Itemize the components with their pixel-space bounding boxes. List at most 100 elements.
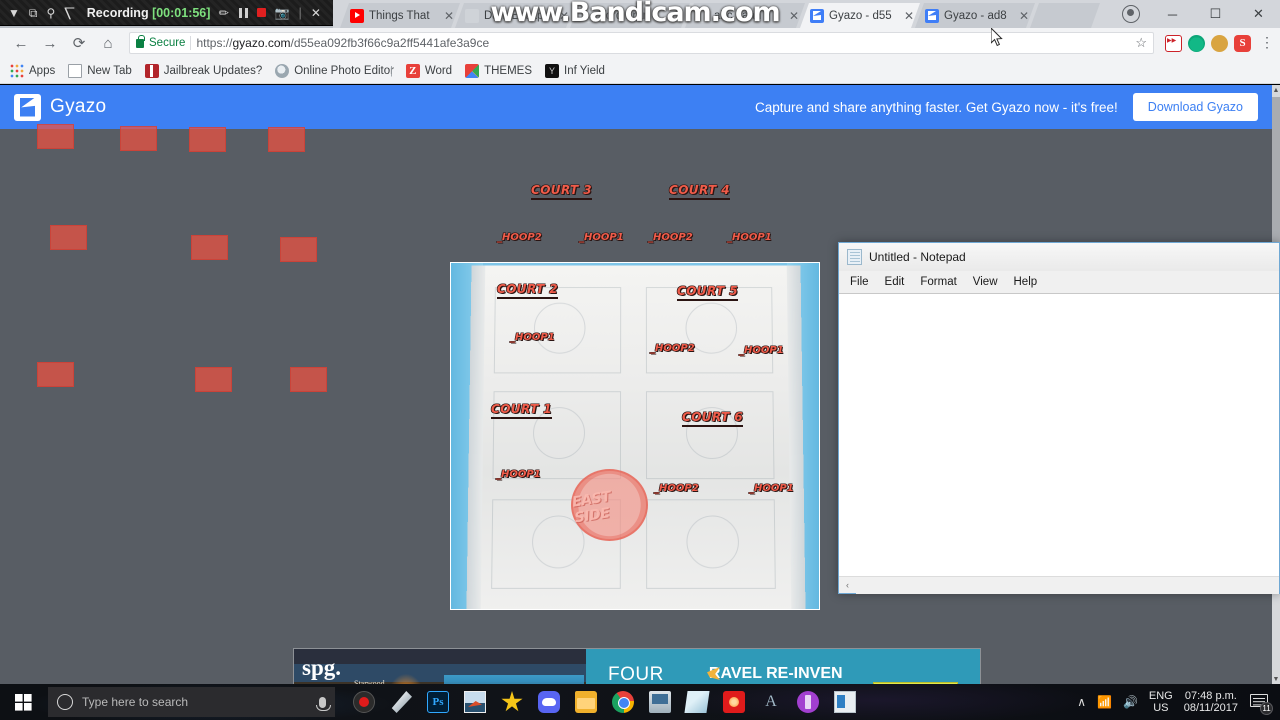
tab-close-icon[interactable]: ✕ [789,9,799,23]
gyazo-icon [810,9,824,23]
download-gyazo-button[interactable]: Download Gyazo [1132,93,1258,121]
tab-close-icon[interactable]: ✕ [444,9,454,23]
action-center-icon[interactable]: 11 [1249,691,1273,715]
pause-icon[interactable] [238,7,248,18]
notepad-menu-format[interactable]: Format [920,276,956,288]
page-scrollbar-thumb[interactable] [1272,97,1280,257]
browser-tab-gyazo-second[interactable]: Gyazo - ad8 ✕ [915,3,1035,28]
magnifier-icon[interactable]: ⚲ [46,7,55,19]
forward-button[interactable]: → [37,30,63,56]
chevron-down-icon[interactable]: ▼ [8,7,20,19]
generic-favicon-icon [465,9,479,23]
notepad-menu-edit[interactable]: Edit [885,276,905,288]
bookmark-word[interactable]: Z Word [405,63,452,78]
recorder-icon[interactable] [723,691,745,713]
tab-close-icon[interactable]: ✕ [559,9,569,23]
camera-icon[interactable]: 📷 [275,7,290,19]
star-icon[interactable] [501,691,523,712]
omnibox-divider [190,36,192,50]
tab-close-icon[interactable]: ✕ [674,9,684,23]
s-extension-icon[interactable]: S [1234,34,1251,52]
chrome-icon[interactable] [612,691,634,713]
back-button[interactable]: ← [8,30,34,56]
browser-tab-empty[interactable] [1030,3,1100,28]
scrollbar-track[interactable] [856,576,1279,594]
bookmark-themes[interactable]: THEMES [465,63,532,78]
paper-icon[interactable] [684,691,710,713]
a-icon[interactable]: A [760,691,782,713]
bookmark-online-photo-editor[interactable]: Online Photo Editor | [275,63,394,78]
notepad-window[interactable]: Untitled - Notepad File Edit Format View… [838,242,1280,594]
home-button[interactable]: ⌂ [95,30,121,56]
discord-icon[interactable] [538,691,560,713]
browser-tab-dark-escape[interactable]: Dark Escape ✕ [455,3,575,28]
region-icon[interactable]: ⎲ [64,7,75,19]
browser-tab-gyazo-active[interactable]: Gyazo - d55 ✕ [800,3,920,28]
notepad-horizontal-scrollbar[interactable]: ‹ [839,576,1279,594]
notepad-text-area[interactable] [839,293,1279,576]
scroll-left-arrow[interactable]: ‹ [839,580,856,590]
tab-close-icon[interactable]: ✕ [1019,9,1029,23]
minimize-button[interactable]: ─ [1151,0,1194,28]
court-label-2: COURT 2 [497,282,558,299]
scroll-up-arrow[interactable]: ▲ [1272,87,1280,94]
gyazo-screenshot-image[interactable] [450,262,820,610]
photoshop-icon[interactable]: Ps [427,691,449,713]
bookmark-jailbreak-updates[interactable]: Jailbreak Updates? [144,63,262,78]
maximize-button[interactable]: ☐ [1194,0,1237,28]
browser-tab-things-that[interactable]: Things That ✕ [340,3,460,28]
bandicam-icon[interactable] [353,691,375,713]
scroll-down-arrow[interactable]: ▼ [1272,676,1280,683]
browser-tab-yord-fran[interactable]: Yord Fran ✕ [570,3,690,28]
advertisement-banner[interactable]: spg. StarwoodPreferredGuest FOUR POINTS … [293,648,981,685]
gyazo-icon [925,9,939,23]
browser-tab-abc[interactable]: abc aaan ✕ [685,3,805,28]
start-button[interactable] [0,684,46,720]
bookmark-new-tab[interactable]: New Tab [68,63,132,78]
bookmark-label: Apps [29,64,56,77]
close-button[interactable]: ✕ [1237,0,1280,28]
search-input[interactable]: Type here to search [48,687,335,717]
bookmark-star-icon[interactable]: ☆ [1135,35,1147,51]
tab-close-icon[interactable]: ✕ [904,9,914,23]
chrome-menu-icon[interactable]: ⋮ [1260,35,1274,49]
windows-icon[interactable]: ⧉ [29,7,38,19]
news-icon[interactable] [834,691,856,713]
notepad-menu-view[interactable]: View [973,276,998,288]
window-controls: ─ ☐ ✕ [1151,0,1280,28]
language-indicator[interactable]: ENG US [1149,690,1173,715]
bookmarks-bar: Apps New Tab Jailbreak Updates? Online P… [0,58,1280,84]
cortana-icon[interactable] [57,694,73,710]
redirect-extension-icon[interactable] [1165,34,1182,52]
notepad-titlebar[interactable]: Untitled - Notepad [839,243,1279,271]
court-label-3: COURT 3 [531,183,592,200]
generic-favicon-icon [580,9,594,23]
pencil-icon[interactable]: ✎ [216,4,233,21]
notepad-title: Untitled - Notepad [869,250,966,264]
clock[interactable]: 07:48 p.m. 08/11/2017 [1184,690,1238,715]
file-explorer-icon[interactable] [575,691,597,713]
reload-button[interactable]: ⟳ [66,30,92,56]
picture-icon[interactable] [464,691,486,713]
microphone-icon[interactable] [316,696,331,711]
notepad-menu-file[interactable]: File [850,276,869,288]
stop-icon[interactable] [256,8,266,17]
gyazo-logo[interactable]: Gyazo [14,93,106,121]
profile-avatar-icon[interactable] [1122,5,1140,23]
show-hidden-icons-arrow[interactable]: ∧ [1077,695,1086,709]
syringe-exploit-icon[interactable] [391,691,412,713]
book-icon [144,63,159,78]
adblock-extension-icon[interactable] [1188,34,1205,52]
cookie-extension-icon[interactable] [1211,34,1228,52]
network-icon[interactable]: 📶 [1097,695,1112,709]
hoop-label: _HOOP2 [654,483,699,494]
volume-icon[interactable]: 🔊 [1123,695,1138,709]
purple-icon[interactable] [797,691,819,713]
bookmark-apps[interactable]: Apps [10,63,56,78]
close-icon[interactable]: ✕ [311,7,321,19]
notepad-menu-help[interactable]: Help [1014,276,1038,288]
spg-logo: spg. [302,655,341,680]
bandicam-recording-toolbar[interactable]: ▼ ⧉ ⚲ ⎲ Recording [00:01:56] ✎ 📷 | ✕ [0,0,333,26]
bookmark-inf-yield[interactable]: Y Inf Yield [545,63,605,78]
monitor-icon[interactable] [649,691,671,713]
